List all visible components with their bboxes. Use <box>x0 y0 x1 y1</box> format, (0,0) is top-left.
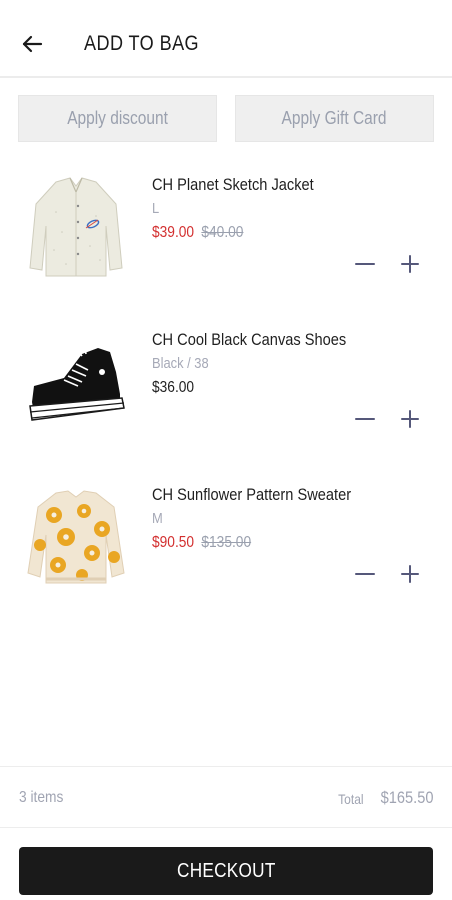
item-price: $36.00 <box>152 379 195 396</box>
cart-item: CH Cool Black Canvas Shoes Black / 38 $3… <box>0 326 452 476</box>
plus-icon[interactable] <box>398 252 422 276</box>
item-sale-price: $39.00 <box>152 224 195 241</box>
apply-gift-card-label: Apply Gift Card <box>282 108 387 128</box>
item-price-row: $36.00 <box>152 376 393 400</box>
item-info: CH Planet Sketch Jacket L $39.00 $40.00 <box>152 173 432 245</box>
item-variant: L <box>152 200 160 217</box>
apply-gift-card-button[interactable]: Apply Gift Card <box>235 95 434 142</box>
item-name[interactable]: CH Planet Sketch Jacket <box>152 173 393 197</box>
page-title: ADD TO BAG <box>84 32 200 55</box>
item-count: 3 items <box>19 789 64 806</box>
shoes-image[interactable] <box>24 326 128 438</box>
jacket-image[interactable] <box>24 171 128 283</box>
item-name[interactable]: CH Cool Black Canvas Shoes <box>152 328 393 352</box>
sweater-image[interactable] <box>24 481 128 593</box>
item-variant: M <box>152 510 163 527</box>
checkout-label: CHECKOUT <box>176 859 276 882</box>
item-variant: Black / 38 <box>152 355 209 372</box>
total-label: Total <box>338 791 364 807</box>
promo-actions: Apply discount Apply Gift Card <box>18 95 434 142</box>
plus-icon[interactable] <box>398 407 422 431</box>
checkout-button[interactable]: CHECKOUT <box>19 847 433 895</box>
cart-summary: 3 items Total $165.50 <box>0 766 452 828</box>
item-info: CH Sunflower Pattern Sweater M $90.50 $1… <box>152 483 432 555</box>
item-price-row: $39.00 $40.00 <box>152 221 393 245</box>
minus-icon[interactable] <box>353 252 377 276</box>
item-original-price: $40.00 <box>201 224 244 241</box>
apply-discount-button[interactable]: Apply discount <box>18 95 217 142</box>
item-name[interactable]: CH Sunflower Pattern Sweater <box>152 483 393 507</box>
apply-discount-label: Apply discount <box>67 108 168 128</box>
total-value: $165.50 <box>380 788 433 807</box>
cart-item: CH Sunflower Pattern Sweater M $90.50 $1… <box>0 481 452 631</box>
item-original-price: $135.00 <box>201 534 252 551</box>
minus-icon[interactable] <box>353 407 377 431</box>
arrow-left-icon[interactable] <box>18 30 46 58</box>
item-price-row: $90.50 $135.00 <box>152 531 393 555</box>
cart-item: CH Planet Sketch Jacket L $39.00 $40.00 <box>0 171 452 321</box>
plus-icon[interactable] <box>398 562 422 586</box>
minus-icon[interactable] <box>353 562 377 586</box>
item-info: CH Cool Black Canvas Shoes Black / 38 $3… <box>152 328 432 400</box>
item-sale-price: $90.50 <box>152 534 195 551</box>
app-header: ADD TO BAG <box>0 0 452 78</box>
